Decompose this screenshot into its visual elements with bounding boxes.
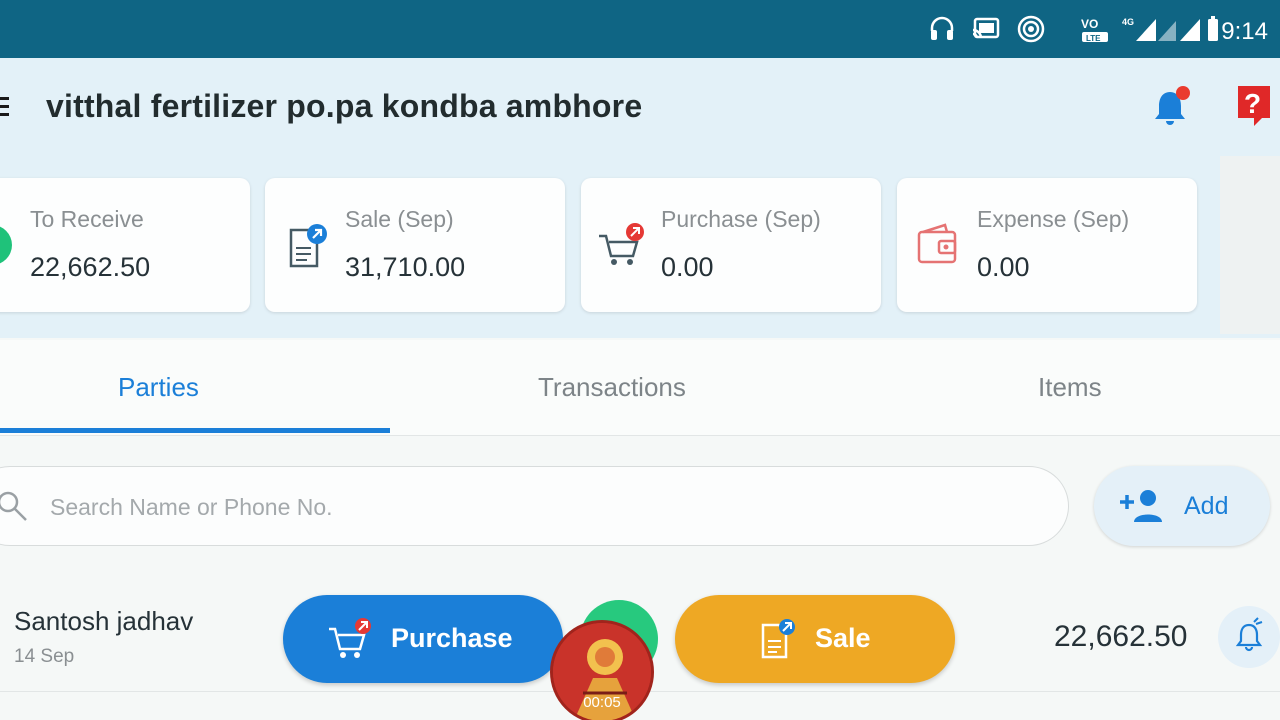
card-value: 22,662.50 [30,252,151,282]
cast-icon [970,14,1002,44]
card-label: Purchase (Sep) [661,206,821,232]
card-purchase[interactable]: Purchase (Sep) 0.00 [581,178,881,312]
sale-invoice-icon [287,222,331,268]
purchase-cart-icon [597,222,644,268]
search-input[interactable] [50,490,950,524]
svg-text:LTE: LTE [1086,34,1101,43]
sale-label: Sale [815,623,871,653]
sale-button[interactable]: Sale [675,595,955,683]
signal-icon: 4G [1118,14,1178,44]
menu-icon[interactable] [0,97,10,119]
page-title: vitthal fertilizer po.pa kondba ambhore [46,88,643,124]
svg-text:4G: 4G [1122,17,1134,27]
recorder-timer: 00:05 [583,694,621,711]
purchase-cart-icon [329,618,371,658]
notification-bell-icon[interactable] [1152,84,1192,130]
party-amount: 22,662.50 [1054,620,1188,653]
status-time: 9:14 [1221,18,1268,45]
tab-items[interactable]: Items [1038,372,1102,403]
card-to-receive[interactable]: To Receive 22,662.50 [0,178,250,312]
card-label: To Receive [30,206,144,232]
card-value: 31,710.00 [345,252,466,282]
tab-bar: Parties Transactions Items [0,340,1280,436]
card-value: 0.00 [661,252,714,282]
status-bar: VO LTE 4G 9:14 [0,0,1280,58]
add-user-icon [1118,488,1166,524]
party-date: 14 Sep [14,646,75,667]
tab-parties[interactable]: Parties [118,372,199,403]
add-party-button[interactable]: Add [1094,466,1270,546]
svg-text:?: ? [1244,88,1261,119]
receive-icon [0,222,14,268]
card-expense[interactable]: Expense (Sep) 0.00 [897,178,1197,312]
sale-invoice-icon [761,619,795,659]
headphones-icon [928,14,956,44]
wallet-icon [917,222,961,268]
card-label: Sale (Sep) [345,206,454,232]
reminder-bell-icon [1235,617,1263,652]
svg-text:VO: VO [1081,17,1098,31]
hotspot-icon [1016,14,1046,44]
search-icon [0,490,30,521]
reminder-bell-button[interactable] [1218,606,1280,668]
help-icon[interactable]: ? [1234,84,1274,128]
card-sale[interactable]: Sale (Sep) 31,710.00 [265,178,565,312]
purchase-label: Purchase [391,623,513,653]
card-label: Expense (Sep) [977,206,1130,232]
tab-transactions[interactable]: Transactions [538,372,686,403]
purchase-button[interactable]: Purchase [283,595,563,683]
card-value: 0.00 [977,252,1030,282]
scroll-edge [1220,156,1280,334]
add-button-label: Add [1184,492,1229,520]
party-name: Santosh jadhav [14,606,194,636]
battery-icon [1178,14,1222,44]
active-tab-indicator [0,428,390,433]
volte-icon: VO LTE [1078,14,1114,44]
